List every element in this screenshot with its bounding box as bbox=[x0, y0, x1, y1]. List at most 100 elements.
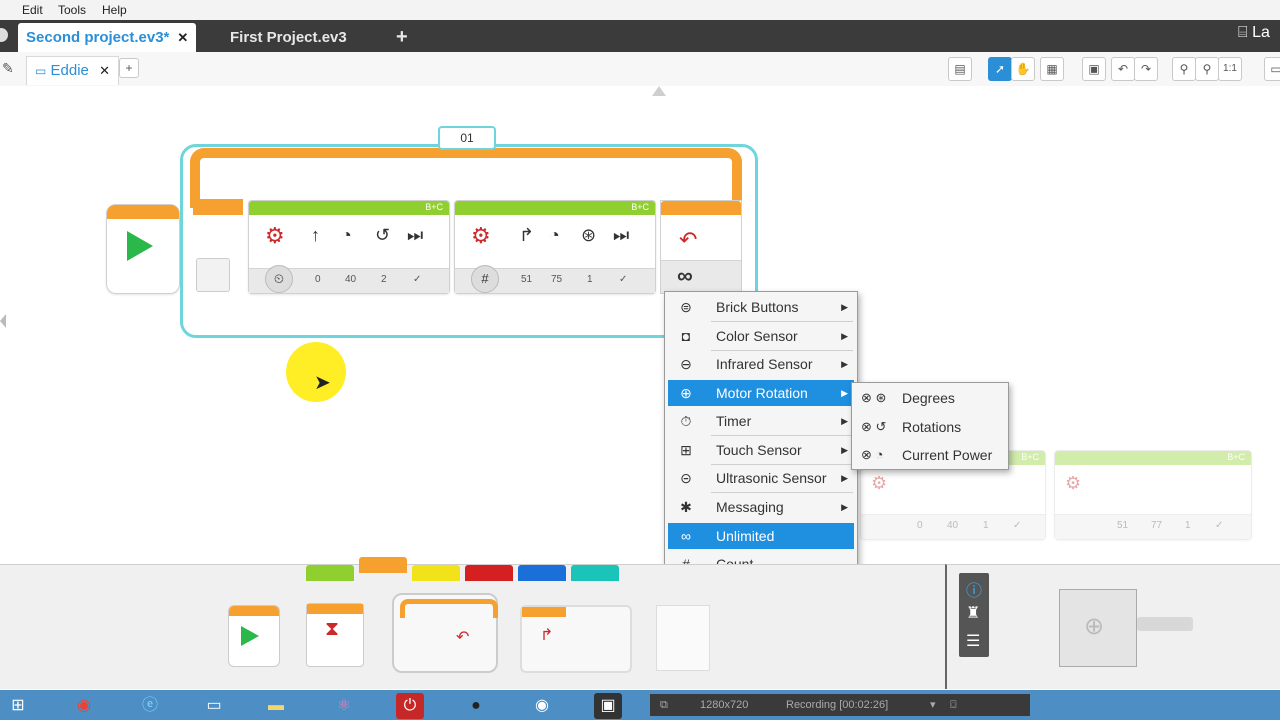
menu-item-touch-sensor[interactable]: ⊞ Touch Sensor ▶ bbox=[668, 437, 854, 463]
tab-first-project[interactable]: First Project.ev3 bbox=[222, 23, 355, 52]
submenu-arrow-icon: ▶ bbox=[841, 445, 848, 455]
collapse-arrow-icon[interactable] bbox=[652, 86, 666, 96]
tab-second-project[interactable]: Second project.ev3* ✕ bbox=[18, 23, 197, 52]
submenu-arrow-icon: ▶ bbox=[841, 359, 848, 369]
windows-start-icon[interactable]: ⊞ bbox=[4, 693, 32, 719]
menu-item-infrared-sensor[interactable]: ⊖ Infrared Sensor ▶ bbox=[668, 351, 854, 377]
internet-explorer-icon[interactable]: ⓔ bbox=[136, 693, 164, 719]
program-tab-eddie[interactable]: ▭ Eddie ✕ bbox=[26, 56, 119, 85]
palette-tab-my-blocks[interactable] bbox=[571, 565, 619, 581]
menu-tools[interactable]: Tools bbox=[58, 3, 86, 17]
menu-item-brick-buttons[interactable]: ⊜ Brick Buttons ▶ bbox=[668, 294, 854, 320]
palette-tab-data-operations[interactable] bbox=[465, 565, 513, 581]
degrees-value[interactable]: 1 bbox=[587, 274, 593, 285]
brake-value[interactable]: ✓ bbox=[413, 274, 421, 285]
steering-value[interactable]: 51 bbox=[521, 274, 532, 285]
palette-start-block[interactable] bbox=[228, 605, 280, 667]
menu-item-motor-rotation[interactable]: ⊕ Motor Rotation ▶ bbox=[668, 380, 854, 406]
palette-tab-flow-control[interactable] bbox=[359, 557, 407, 573]
current-power-icon: ⊗ ◔ bbox=[861, 447, 884, 462]
mode-selector-icon[interactable]: ⏲ bbox=[265, 265, 293, 293]
loop-end-block[interactable]: ↶ ∞ bbox=[660, 200, 742, 294]
scroll-left-icon[interactable] bbox=[0, 314, 6, 328]
info-icon[interactable]: ⓘ bbox=[966, 577, 982, 601]
camera-icon[interactable]: ⌼ bbox=[950, 694, 957, 716]
submenu-arrow-icon: ▶ bbox=[841, 416, 848, 426]
zoom-in-icon[interactable]: ⚲ bbox=[1195, 57, 1219, 81]
lab-tab[interactable]: ⌸ La bbox=[1238, 24, 1270, 42]
ev3-app-icon[interactable]: ▣ bbox=[594, 693, 622, 719]
panel-toggle-icon[interactable]: ▭ bbox=[1264, 57, 1280, 81]
palette-loop-interrupt-block[interactable] bbox=[656, 605, 710, 671]
menu-item-unlimited[interactable]: ∞ Unlimited bbox=[668, 523, 854, 549]
submenu-arrow-icon: ▶ bbox=[841, 502, 848, 512]
mode-selector-icon[interactable]: # bbox=[471, 265, 499, 293]
save-icon[interactable]: ▣ bbox=[1082, 57, 1106, 81]
power-value[interactable]: 75 bbox=[551, 274, 562, 285]
dropdown-icon[interactable]: ▾ bbox=[930, 694, 936, 716]
palette-loop-block[interactable]: ↶ bbox=[392, 593, 498, 673]
zoom-out-icon[interactable]: ⚲ bbox=[1172, 57, 1196, 81]
wrench-icon[interactable]: ✎ bbox=[2, 60, 14, 77]
comment-icon[interactable]: ▦ bbox=[1040, 57, 1064, 81]
atom-icon[interactable]: ⚛ bbox=[330, 693, 358, 719]
brick-icon[interactable]: ♜ bbox=[966, 603, 980, 623]
program-tab-label: Eddie bbox=[50, 62, 89, 79]
block-inputs: 0 40 1 ✓ bbox=[861, 514, 1045, 539]
submenu-item-rotations[interactable]: ⊗ ↺ Rotations bbox=[855, 414, 1005, 440]
power-icon[interactable]: ⏻ bbox=[396, 693, 424, 719]
close-program-icon[interactable]: ✕ bbox=[99, 63, 110, 78]
resize-icon[interactable]: ⧉ bbox=[660, 694, 668, 716]
zoom-reset-button[interactable]: 1:1 bbox=[1218, 57, 1242, 81]
block-bar bbox=[229, 606, 279, 616]
palette-tab-advanced[interactable] bbox=[518, 565, 566, 581]
add-program-button[interactable]: + bbox=[119, 58, 139, 78]
start-block[interactable] bbox=[106, 204, 180, 294]
loop-mode-selector[interactable]: ∞ bbox=[661, 260, 741, 293]
menu-edit[interactable]: Edit bbox=[22, 3, 43, 17]
power-value: 77 bbox=[1151, 520, 1163, 531]
menu-item-messaging[interactable]: ✱ Messaging ▶ bbox=[668, 494, 854, 520]
palette-switch-block[interactable]: ↱ bbox=[520, 605, 632, 673]
undo-icon[interactable]: ↶ bbox=[1111, 57, 1135, 81]
rotations-value[interactable]: 2 bbox=[381, 274, 387, 285]
infinity-icon: ∞ bbox=[681, 528, 691, 544]
select-tool-icon[interactable]: ➚ bbox=[988, 57, 1012, 81]
steering-value: 0 bbox=[917, 520, 923, 531]
move-tank-block-4[interactable]: B+C ⚙ 51 77 1 ✓ bbox=[1054, 450, 1252, 540]
media-icon[interactable]: ◉ bbox=[528, 693, 556, 719]
folder-icon[interactable]: ▬ bbox=[262, 693, 290, 719]
move-tank-block-1[interactable]: B+C ⚙ ↑ ◔ ↺ ⏭ ⏲ 0 40 2 ✓ bbox=[248, 200, 450, 294]
chrome-icon[interactable]: ◉ bbox=[70, 693, 98, 719]
menu-item-color-sensor[interactable]: ◘ Color Sensor ▶ bbox=[668, 323, 854, 349]
submenu-item-current-power[interactable]: ⊗ ◔ Current Power bbox=[855, 442, 1005, 468]
tank-motors-icon: ⚙ bbox=[1065, 473, 1082, 493]
program-canvas[interactable]: 01 B+C ⚙ ↑ ◔ ↺ ⏭ ⏲ 0 40 2 ✓ B+C ⚙ ↱ ◔ ⊛ … bbox=[0, 86, 1280, 564]
record-icon[interactable]: ● bbox=[462, 693, 490, 719]
infinity-icon: ∞ bbox=[677, 263, 693, 288]
move-tank-block-2[interactable]: B+C ⚙ ↱ ◔ ⊛ ⏭ # 51 75 1 ✓ bbox=[454, 200, 656, 294]
loop-name-label[interactable]: 01 bbox=[438, 126, 496, 150]
close-tab-icon[interactable]: ✕ bbox=[177, 30, 188, 45]
list-icon[interactable]: ☰ bbox=[966, 631, 980, 651]
menu-help[interactable]: Help bbox=[102, 3, 127, 17]
submenu-item-degrees[interactable]: ⊗ ⊛ Degrees bbox=[855, 385, 1005, 411]
palette-wait-block[interactable]: ⧗ bbox=[306, 603, 364, 667]
menu-separator bbox=[711, 435, 853, 436]
motor-port-label: B+C bbox=[425, 202, 443, 212]
pan-tool-icon[interactable]: ✋ bbox=[1011, 57, 1035, 81]
file-icon[interactable]: ▭ bbox=[200, 693, 228, 719]
menu-item-label: Timer bbox=[716, 413, 752, 429]
power-value[interactable]: 40 bbox=[345, 274, 356, 285]
brake-value[interactable]: ✓ bbox=[619, 274, 627, 285]
lobby-icon[interactable] bbox=[0, 28, 8, 42]
menu-item-ultrasonic-sensor[interactable]: ⊝ Ultrasonic Sensor ▶ bbox=[668, 465, 854, 491]
redo-icon[interactable]: ↷ bbox=[1134, 57, 1158, 81]
palette-tab-action[interactable] bbox=[306, 565, 354, 581]
steering-value[interactable]: 0 bbox=[315, 274, 321, 285]
menu-item-timer[interactable]: ⏱ Timer ▶ bbox=[668, 408, 854, 434]
content-editor-icon[interactable]: ▤ bbox=[948, 57, 972, 81]
palette-tab-sensor[interactable] bbox=[412, 565, 460, 581]
block-bar: B+C bbox=[455, 201, 655, 215]
add-project-button[interactable]: + bbox=[388, 23, 416, 52]
